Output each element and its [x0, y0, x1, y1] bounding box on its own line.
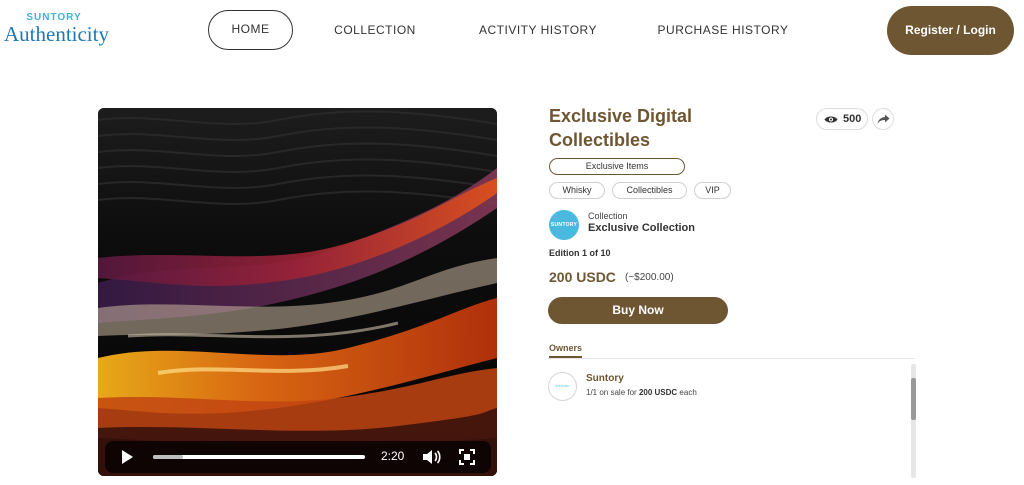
logo-title: Authenticity — [4, 22, 109, 46]
play-icon[interactable] — [119, 449, 135, 465]
collection-name[interactable]: Exclusive Collection — [588, 222, 695, 234]
register-login-button[interactable]: Register / Login — [887, 6, 1014, 55]
category-pill[interactable]: Exclusive Items — [549, 158, 685, 175]
edition-text: Edition 1 of 10 — [549, 248, 611, 258]
fullscreen-icon[interactable] — [458, 448, 476, 466]
nav-activity-history[interactable]: ACTIVITY HISTORY — [478, 10, 598, 50]
view-count: 500 — [843, 113, 862, 125]
collection-label: Collection — [588, 211, 628, 221]
share-button[interactable] — [872, 108, 894, 130]
owner-avatar[interactable]: SUNTORY — [548, 372, 577, 401]
price: 200 USDC — [549, 269, 616, 285]
sale-price: 200 USDC — [638, 388, 678, 397]
owner-name[interactable]: Suntory — [586, 373, 624, 384]
price-fiat: (~$200.00) — [625, 272, 674, 283]
share-icon — [877, 114, 890, 124]
nav-home[interactable]: HOME — [208, 10, 293, 50]
video-progress-fill — [153, 455, 183, 459]
nav-collection[interactable]: COLLECTION — [330, 10, 420, 50]
tag-whisky[interactable]: Whisky — [549, 182, 605, 199]
tab-owners[interactable]: Owners — [549, 343, 583, 358]
video-time: 2:20 — [381, 449, 405, 463]
item-title: Exclusive Digital Collectibles — [549, 106, 693, 150]
owners-scrollbar[interactable] — [911, 364, 916, 478]
tag-vip[interactable]: VIP — [694, 182, 731, 199]
divider — [548, 358, 915, 359]
collection-avatar[interactable]: SUNTORY — [549, 210, 579, 240]
video-progress-bar[interactable] — [153, 455, 365, 459]
sale-prefix: 1/1 on sale for — [586, 388, 637, 397]
tag-collectibles[interactable]: Collectibles — [612, 182, 687, 199]
owners-list: SUNTORY Suntory 1/1 on sale for 200 USDC… — [548, 360, 918, 478]
artwork-video — [98, 108, 497, 476]
volume-icon[interactable] — [421, 448, 441, 466]
scrollbar-thumb[interactable] — [911, 378, 916, 420]
owner-sale-info: 1/1 on sale for 200 USDC each — [586, 388, 697, 397]
video-player[interactable]: 2:20 — [98, 108, 497, 476]
sale-suffix: each — [679, 388, 697, 397]
view-count-badge: 500 — [816, 108, 868, 130]
eye-icon — [824, 116, 838, 123]
logo[interactable]: SUNTORY Authenticity — [4, 12, 114, 47]
video-controls: 2:20 — [105, 441, 491, 473]
buy-now-button[interactable]: Buy Now — [548, 297, 728, 324]
nav-purchase-history[interactable]: PURCHASE HISTORY — [655, 10, 791, 50]
